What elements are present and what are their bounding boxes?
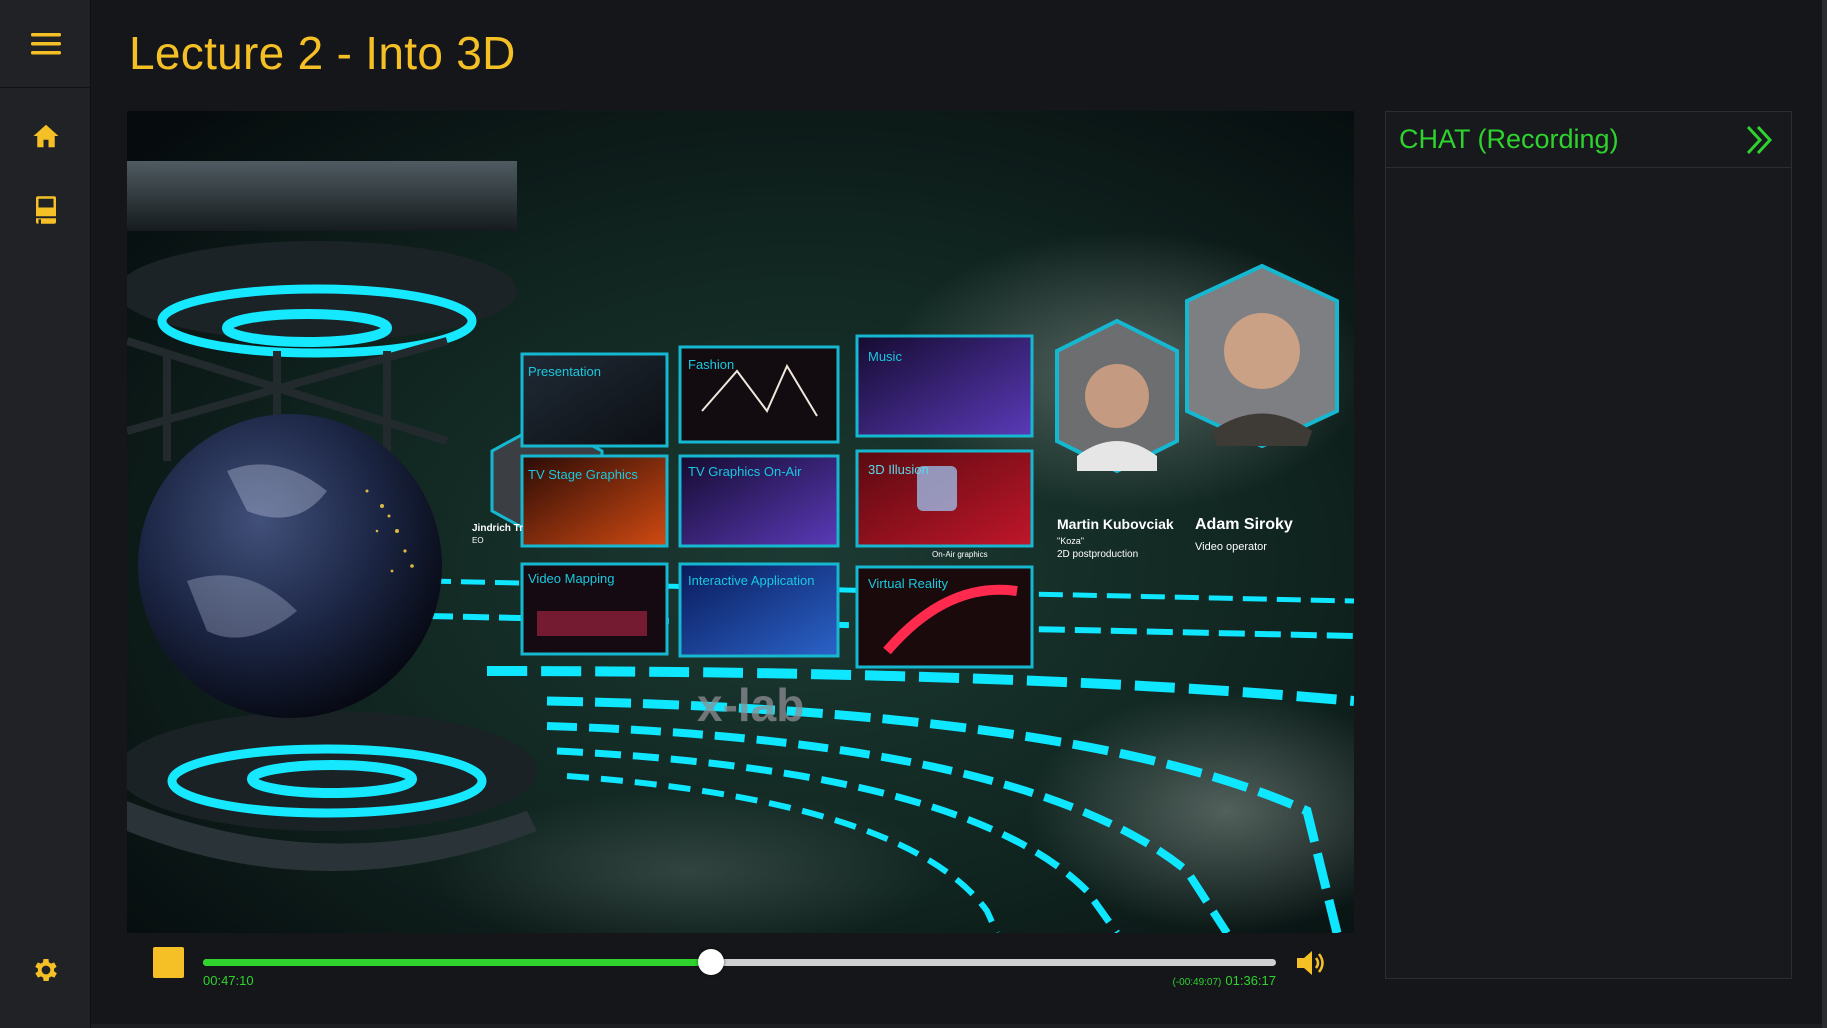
progress-fill	[203, 959, 711, 966]
video-tiles	[520, 334, 1034, 669]
page-scrollbar[interactable]	[1822, 0, 1827, 1028]
person-name-adam: Adam Siroky	[1195, 516, 1293, 533]
bottom-divider	[91, 1024, 1822, 1028]
gear-icon	[34, 959, 57, 981]
hamburger-menu-icon	[30, 32, 61, 54]
progress-thumb[interactable]	[697, 949, 724, 975]
app-window: Lecture 2 - Into 3D Presentation Fashion…	[0, 0, 1827, 1028]
small-onair-label: On-Air graphics	[932, 550, 988, 559]
tile-label-tv-graphics-on-air: TV Graphics On-Air	[688, 464, 802, 479]
tile-label-virtual-reality: Virtual Reality	[868, 576, 948, 591]
current-time: 00:47:10	[203, 973, 254, 988]
home-icon	[33, 124, 58, 148]
menu-button[interactable]	[0, 0, 91, 88]
xlab-logo: x-lab	[697, 679, 804, 731]
page-title: Lecture 2 - Into 3D	[129, 27, 516, 79]
sidebar	[0, 0, 91, 1028]
chat-panel: CHAT (Recording)	[1385, 111, 1792, 979]
chat-header: CHAT (Recording)	[1386, 112, 1791, 168]
video-player[interactable]: Presentation Fashion Music TV Stage Grap…	[127, 111, 1354, 933]
settings-button[interactable]	[0, 940, 91, 1000]
volume-button[interactable]	[1293, 945, 1329, 981]
double-chevron-right-icon	[1746, 125, 1773, 154]
chat-collapse-button[interactable]	[1739, 120, 1779, 160]
person-role-martin-1: "Koza"	[1057, 536, 1084, 546]
tile-label-interactive-application: Interactive Application	[688, 573, 814, 588]
person-role-martin-2: 2D postproduction	[1057, 549, 1138, 560]
tile-label-tv-stage-graphics: TV Stage Graphics	[528, 467, 638, 482]
chat-title: CHAT (Recording)	[1399, 124, 1619, 154]
speaker-volume-icon	[1297, 951, 1324, 975]
time-info: (-00:49:07) 01:36:17	[1172, 973, 1276, 988]
tile-label-presentation: Presentation	[528, 364, 601, 379]
tile-label-video-mapping: Video Mapping	[528, 571, 615, 586]
tile-label-fashion: Fashion	[688, 357, 734, 372]
tile-label-3d-illusion: 3D Illusion	[868, 462, 929, 477]
stop-button[interactable]	[153, 947, 184, 978]
person-role-partial-left: EO	[472, 536, 484, 545]
sidebar-item-home[interactable]	[0, 106, 91, 166]
book-icon	[35, 196, 56, 225]
total-time: 01:36:17	[1225, 973, 1276, 988]
sidebar-item-library[interactable]	[0, 180, 91, 240]
chat-messages	[1386, 168, 1791, 978]
remaining-time: (-00:49:07)	[1172, 977, 1222, 988]
person-name-martin: Martin Kubovciak	[1057, 516, 1174, 532]
progress-bar[interactable]	[203, 959, 1276, 966]
person-name-partial-left: Jindrich Tr	[472, 523, 523, 534]
tile-label-music: Music	[868, 349, 902, 364]
video-frame: Presentation Fashion Music TV Stage Grap…	[127, 111, 1354, 933]
person-role-adam: Video operator	[1195, 541, 1267, 553]
